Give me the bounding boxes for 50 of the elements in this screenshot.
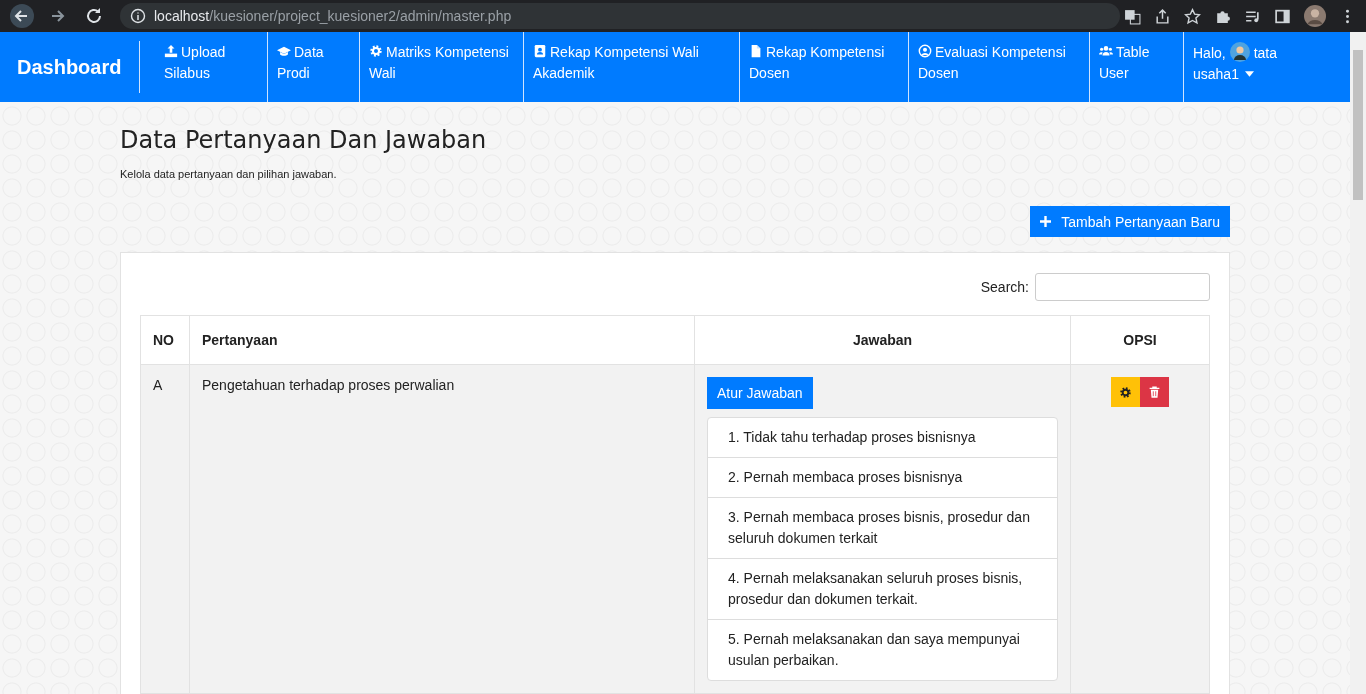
upload-icon bbox=[164, 44, 178, 58]
nav-link[interactable]: Table User bbox=[1090, 32, 1184, 102]
column-header: NO bbox=[140, 315, 190, 365]
back-icon[interactable] bbox=[10, 4, 34, 28]
nav-link[interactable]: Data Prodi bbox=[268, 32, 360, 102]
file-icon bbox=[749, 44, 763, 58]
info-icon bbox=[130, 8, 146, 24]
table-cell: Pengetahuan terhadap proses perwalian bbox=[189, 364, 695, 694]
nav-link[interactable]: Upload Silabus bbox=[140, 32, 268, 102]
user-menu[interactable]: Halo, tata usaha1 bbox=[1184, 32, 1294, 84]
url-text: localhost/kuesioner/project_kuesioner2/admin/master.php bbox=[154, 8, 512, 24]
share-icon[interactable] bbox=[1154, 7, 1171, 25]
answer-item: 2. Pernah membaca proses bisnisnya bbox=[708, 457, 1057, 497]
idcard-icon bbox=[533, 44, 547, 58]
gear-icon bbox=[369, 44, 383, 58]
column-header: Pertanyaan bbox=[189, 315, 695, 365]
column-header: Jawaban bbox=[694, 315, 1071, 365]
plus-icon bbox=[1040, 216, 1052, 227]
translate-icon[interactable] bbox=[1124, 7, 1141, 25]
nav-link[interactable]: Rekap Kompetensi Dosen bbox=[740, 32, 909, 102]
sidebar-icon[interactable] bbox=[1274, 7, 1291, 25]
answer-item: 5. Pernah melaksanakan dan saya mempunyai usulan perbaikan. bbox=[708, 619, 1057, 680]
table-cell: A bbox=[140, 364, 190, 694]
answer-item: 1. Tidak tahu terhadap proses bisnisnya bbox=[727, 428, 977, 447]
page-subtitle: Kelola data pertanyaan dan pilihan jawaban. bbox=[120, 168, 338, 180]
nav-link[interactable]: Rekap Kompetensi Wali Akademik bbox=[524, 32, 740, 102]
column-header: OPSI bbox=[1070, 315, 1210, 365]
trash-icon bbox=[1148, 385, 1161, 399]
set-answers-button[interactable]: Atur Jawaban bbox=[707, 377, 813, 409]
address-bar[interactable]: localhost/kuesioner/project_kuesioner2/admin/master.php bbox=[120, 3, 1120, 29]
delete-button[interactable] bbox=[1140, 377, 1169, 407]
user-avatar bbox=[1229, 42, 1250, 62]
answer-item: 4. Pernah melaksanakan seluruh proses bisnis, prosedur dan dokumen terkait. bbox=[708, 558, 1057, 619]
brand-link[interactable]: Dashboard bbox=[0, 41, 140, 93]
page-title: Data Pertanyaan Dan Jawaban bbox=[120, 126, 488, 154]
answer-item: 3. Pernah membaca proses bisnis, prosedur dan seluruh dokumen terkait bbox=[708, 497, 1057, 558]
search-label: Search: bbox=[980, 279, 1029, 295]
nav-link[interactable]: Matriks Kompetensi Wali bbox=[360, 32, 524, 102]
nav-link[interactable]: Evaluasi Kompetensi Dosen bbox=[909, 32, 1090, 102]
caret-icon bbox=[1244, 71, 1254, 77]
settings-button[interactable] bbox=[1111, 377, 1140, 407]
star-icon[interactable] bbox=[1184, 7, 1201, 25]
usercircle-icon bbox=[918, 44, 932, 58]
gear-icon bbox=[1119, 385, 1132, 399]
profile-avatar[interactable] bbox=[1304, 5, 1326, 27]
users-icon bbox=[1099, 44, 1113, 58]
add-question-button[interactable]: Tambah Pertanyaan Baru bbox=[1030, 206, 1230, 237]
scrollbar[interactable] bbox=[1350, 32, 1366, 694]
search-field[interactable] bbox=[1035, 273, 1210, 301]
graduation-icon bbox=[277, 44, 291, 58]
